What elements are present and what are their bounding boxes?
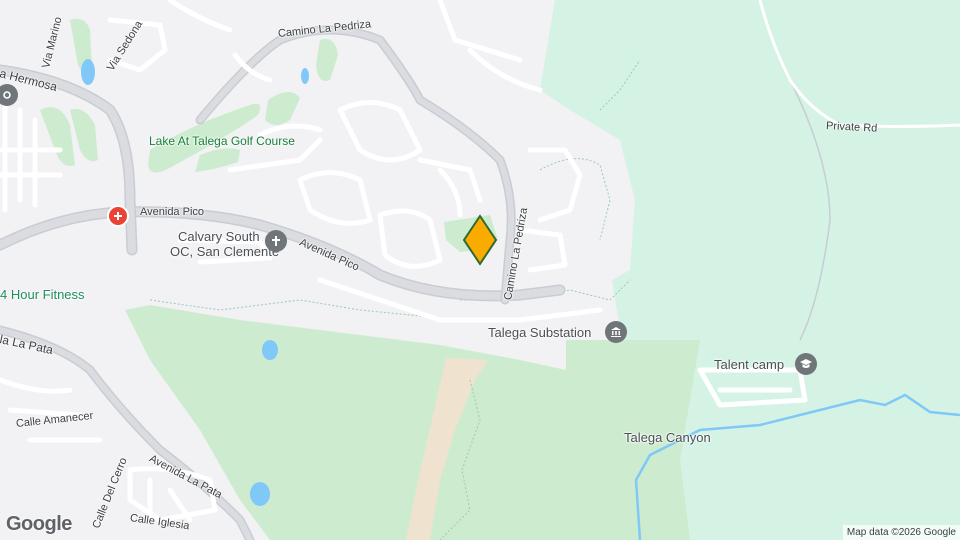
place-label-talent-camp[interactable]: Talent camp: [714, 357, 784, 372]
place-label-calvary[interactable]: Calvary South OC, San Clemente: [170, 229, 279, 259]
place-label-golf-course[interactable]: Lake At Talega Golf Course: [142, 134, 295, 149]
google-logo: Google: [6, 513, 72, 536]
pond-2: [301, 68, 309, 84]
google-logo-text: Google: [6, 513, 72, 535]
graduation-cap-icon[interactable]: [795, 353, 817, 375]
building-glyph: [611, 327, 621, 337]
golf-course-name: Lake At Talega Golf Course: [149, 134, 295, 148]
calvary-line-1: Calvary South: [178, 229, 260, 244]
place-label-fitness[interactable]: 4 Hour Fitness: [0, 287, 85, 302]
cap-glyph: [800, 359, 812, 368]
map-base-layer: [0, 0, 960, 540]
calvary-line-2: OC, San Clemente: [170, 244, 280, 259]
map-attribution[interactable]: Map data ©2026 Google: [842, 525, 960, 540]
pond-3: [262, 340, 278, 360]
place-label-substation[interactable]: Talega Substation: [488, 325, 591, 340]
selected-location-marker[interactable]: [462, 214, 498, 266]
dot-glyph: [3, 91, 11, 99]
cross-glyph: [272, 236, 280, 246]
church-icon[interactable]: [265, 230, 287, 252]
pond-1: [81, 59, 95, 85]
map-canvas[interactable]: Camino La Pedriza Camino La Pedriza Aven…: [0, 0, 960, 540]
place-label-talega-canyon[interactable]: Talega Canyon: [624, 430, 711, 445]
landmark-icon[interactable]: [605, 321, 627, 343]
hospital-cross-glyph: [114, 212, 122, 220]
hospital-icon[interactable]: [107, 205, 129, 227]
pond-4: [250, 482, 270, 506]
road-label-avenida-pico-left: Avenida Pico: [140, 206, 205, 218]
